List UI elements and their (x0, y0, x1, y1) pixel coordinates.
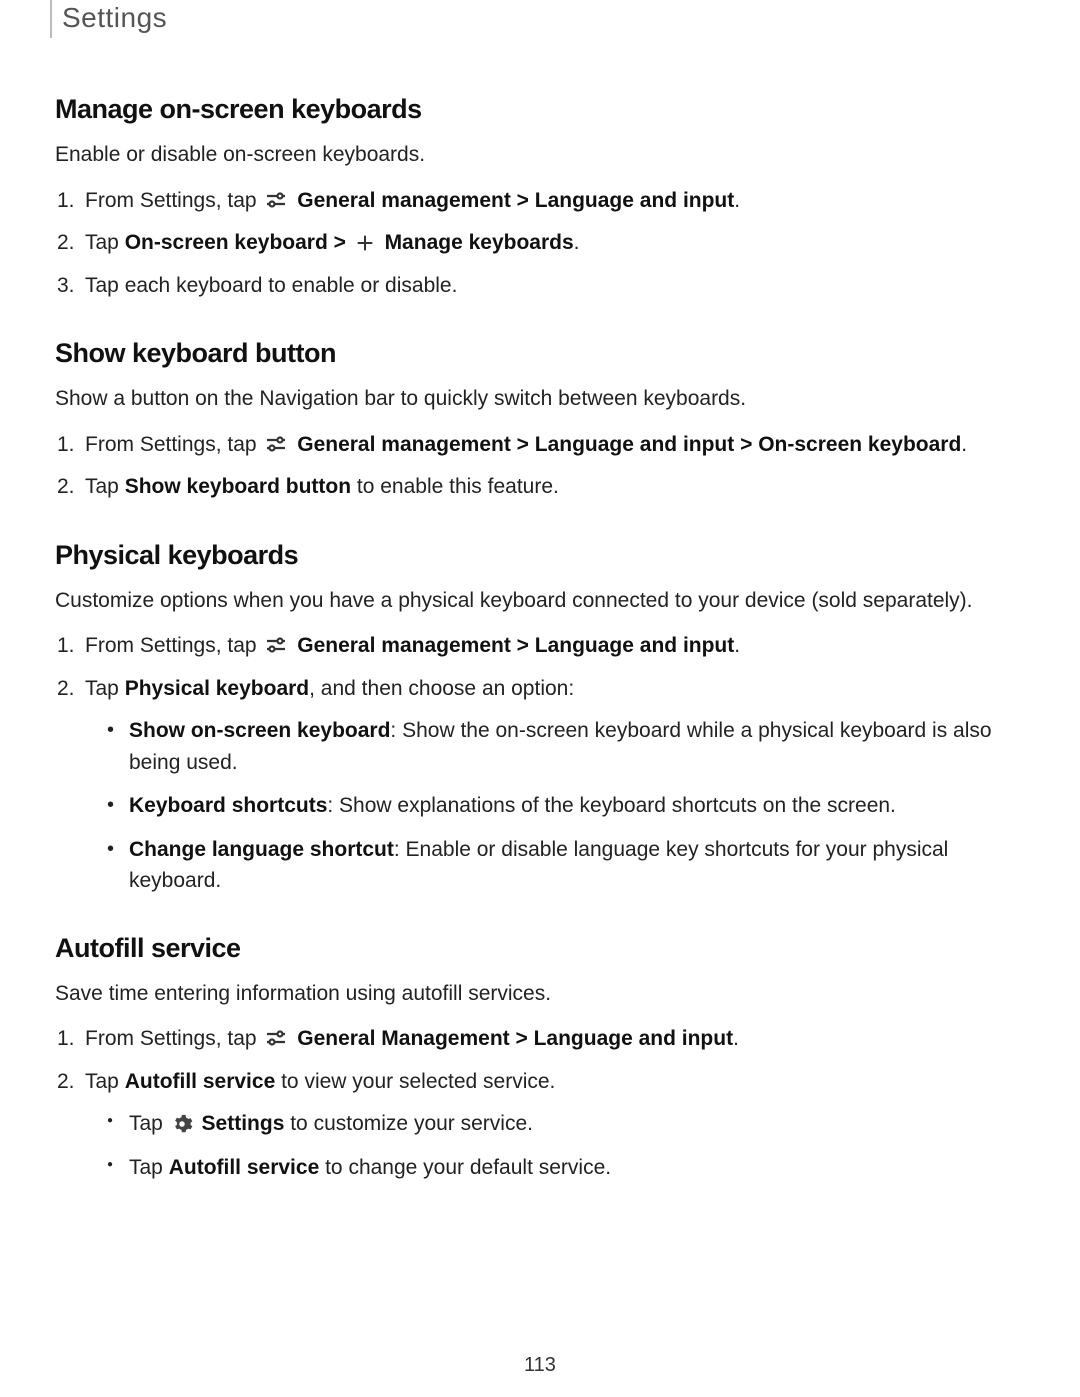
intro-showkb: Show a button on the Navigation bar to q… (55, 383, 1025, 415)
text-bold: Language and input (535, 433, 735, 456)
text-bold: On-screen keyboard (125, 231, 328, 254)
separator: > (511, 634, 535, 657)
step: Tap Autofill service to view your select… (85, 1066, 1025, 1184)
intro-autofill: Save time entering information using aut… (55, 978, 1025, 1010)
step: From Settings, tap General management > … (85, 429, 1025, 462)
section-title-manage-keyboards: Manage on-screen keyboards (55, 94, 1025, 125)
separator: > (328, 231, 352, 254)
list-item: Show on-screen keyboard: Show the on-scr… (129, 715, 1025, 778)
text-bold: Settings (196, 1112, 285, 1135)
section-title-physical-keyboards: Physical keyboards (55, 540, 1025, 571)
steps-showkb: From Settings, tap General management > … (55, 429, 1025, 504)
separator: > (734, 433, 758, 456)
text: . (961, 433, 967, 456)
text-bold: Autofill service (169, 1156, 320, 1179)
text: Tap (129, 1156, 169, 1179)
step: Tap each keyboard to enable or disable. (85, 270, 1025, 303)
section-title-show-keyboard-button: Show keyboard button (55, 338, 1025, 369)
text: , and then choose an option: (309, 677, 574, 700)
sliders-icon (264, 1026, 288, 1050)
text: . (574, 231, 580, 254)
step: From Settings, tap General management > … (85, 185, 1025, 218)
list-item: Keyboard shortcuts: Show explanations of… (129, 790, 1025, 822)
text: . (734, 634, 740, 657)
plus-icon (354, 232, 376, 254)
sliders-icon (264, 633, 288, 657)
text-bold: Language and input (535, 189, 735, 212)
text-bold: Language and input (534, 1027, 734, 1050)
text: From Settings, tap (85, 1027, 262, 1050)
sub-list: Show on-screen keyboard: Show the on-scr… (85, 715, 1025, 897)
step: Tap On-screen keyboard > Manage keyboard… (85, 227, 1025, 260)
text-bold: On-screen keyboard (758, 433, 961, 456)
breadcrumb: Settings (62, 2, 1025, 34)
step: From Settings, tap General Management > … (85, 1023, 1025, 1056)
text: Tap (129, 1112, 169, 1135)
text: Tap (85, 475, 125, 498)
steps-physical: From Settings, tap General management > … (55, 630, 1025, 897)
step: Tap Show keyboard button to enable this … (85, 471, 1025, 504)
text: Tap (85, 231, 125, 254)
text-bold: Autofill service (125, 1070, 276, 1093)
text-bold: Keyboard shortcuts (129, 794, 327, 817)
section-title-autofill: Autofill service (55, 933, 1025, 964)
steps-autofill: From Settings, tap General Management > … (55, 1023, 1025, 1183)
text: Tap (85, 677, 125, 700)
page-number: 113 (0, 1354, 1080, 1377)
list-item: Tap Autofill service to change your defa… (129, 1152, 1025, 1184)
page-header: Settings (50, 0, 1025, 38)
intro-manage: Enable or disable on-screen keyboards. (55, 139, 1025, 171)
text-bold: Physical keyboard (125, 677, 309, 700)
list-item: Change language shortcut: Enable or disa… (129, 834, 1025, 897)
text-bold: Show on-screen keyboard (129, 719, 390, 742)
text: From Settings, tap (85, 634, 262, 657)
text: to customize your service. (284, 1112, 533, 1135)
text: : Show explanations of the keyboard shor… (327, 794, 896, 817)
text: From Settings, tap (85, 189, 262, 212)
text: . (734, 189, 740, 212)
list-item: Tap Settings to customize your service. (129, 1108, 1025, 1140)
text: Tap (85, 1070, 125, 1093)
text: to change your default service. (319, 1156, 611, 1179)
steps-manage: From Settings, tap General management > … (55, 185, 1025, 303)
sub-list: Tap Settings to customize your service. … (85, 1108, 1025, 1183)
separator: > (510, 1027, 534, 1050)
step: Tap Physical keyboard, and then choose a… (85, 673, 1025, 897)
separator: > (511, 433, 535, 456)
text: From Settings, tap (85, 433, 262, 456)
text: . (733, 1027, 739, 1050)
text-bold: Language and input (535, 634, 735, 657)
text-bold: General Management (291, 1027, 509, 1050)
text-bold: General management (291, 433, 510, 456)
text-bold: General management (291, 634, 510, 657)
text-bold: Show keyboard button (125, 475, 351, 498)
sliders-icon (264, 188, 288, 212)
text: to view your selected service. (275, 1070, 555, 1093)
text-bold: General management (291, 189, 510, 212)
separator: > (511, 189, 535, 212)
gear-icon (171, 1113, 193, 1135)
text-bold: Manage keyboards (379, 231, 574, 254)
step: From Settings, tap General management > … (85, 630, 1025, 663)
intro-physical: Customize options when you have a physic… (55, 585, 1025, 617)
sliders-icon (264, 432, 288, 456)
text: to enable this feature. (351, 475, 559, 498)
text-bold: Change language shortcut (129, 838, 394, 861)
